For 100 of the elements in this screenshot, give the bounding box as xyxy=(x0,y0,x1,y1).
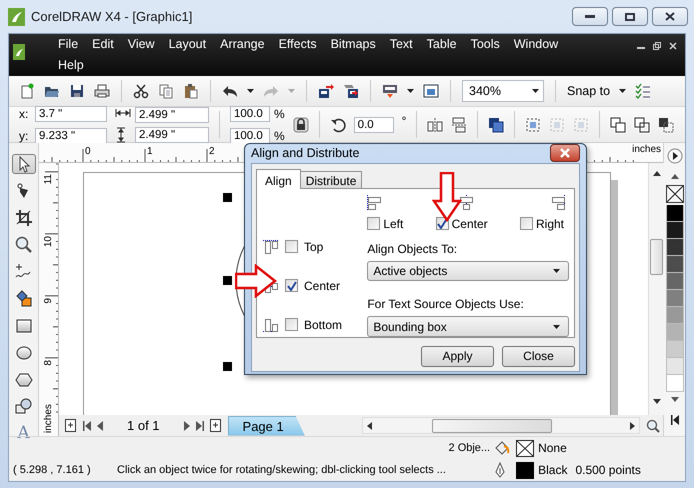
checkbox[interactable] xyxy=(285,279,298,292)
caret-icon[interactable] xyxy=(247,89,254,93)
color-swatch[interactable] xyxy=(666,341,684,358)
checkbox[interactable] xyxy=(367,217,380,230)
page-tab[interactable]: Page 1 xyxy=(228,416,305,436)
selection-handle[interactable] xyxy=(223,276,232,285)
mirror-vertical-icon[interactable] xyxy=(451,116,468,132)
caret-icon[interactable] xyxy=(553,324,560,328)
mirror-horizontal-icon[interactable] xyxy=(427,116,444,132)
options-checklist-icon[interactable] xyxy=(635,83,652,99)
trim-icon[interactable] xyxy=(634,116,650,132)
color-swatch[interactable] xyxy=(666,375,684,392)
add-page-icon[interactable] xyxy=(210,419,222,432)
snap-to-menu[interactable]: Snap to xyxy=(567,82,610,100)
copy-icon[interactable] xyxy=(158,83,174,99)
selection-handle[interactable] xyxy=(223,193,232,202)
checkbox[interactable] xyxy=(520,217,533,230)
checkbox[interactable] xyxy=(285,240,298,254)
zoom-tool[interactable] xyxy=(14,235,34,255)
cut-icon[interactable] xyxy=(133,83,149,99)
color-swatch[interactable] xyxy=(666,324,684,341)
color-swatch[interactable] xyxy=(666,358,684,375)
caret-icon[interactable] xyxy=(407,89,414,93)
pick-tool[interactable] xyxy=(12,154,36,174)
close-document-icon[interactable] xyxy=(669,42,677,50)
arrange-order-icon[interactable] xyxy=(488,116,504,132)
menu-item[interactable]: Text xyxy=(382,34,420,55)
publish-icon[interactable] xyxy=(382,83,398,99)
color-swatch[interactable] xyxy=(666,239,684,256)
caret-icon[interactable] xyxy=(553,269,560,273)
palette-scroll-up-icon[interactable] xyxy=(670,174,678,179)
weld-icon[interactable] xyxy=(610,116,626,132)
checkbox[interactable] xyxy=(285,318,298,332)
scroll-up-icon[interactable] xyxy=(653,171,661,176)
import-icon[interactable] xyxy=(318,83,334,99)
maximize-button[interactable] xyxy=(612,7,648,26)
y-position-field[interactable]: 9.233 " xyxy=(35,128,107,144)
application-window-icon[interactable] xyxy=(423,83,439,99)
group-icon[interactable] xyxy=(525,116,542,132)
smart-fill-tool[interactable] xyxy=(14,289,34,309)
dialog-button[interactable]: Close xyxy=(502,346,575,367)
intersect-icon[interactable] xyxy=(658,116,674,132)
scroll-right-icon[interactable] xyxy=(630,422,635,430)
export-icon[interactable] xyxy=(343,83,359,99)
color-swatch[interactable] xyxy=(666,256,684,273)
checkbox[interactable] xyxy=(436,217,449,230)
menu-item[interactable]: Table xyxy=(420,34,464,55)
minimize-button[interactable] xyxy=(572,7,608,26)
restore-document-icon[interactable] xyxy=(653,42,661,50)
first-page-icon[interactable] xyxy=(83,420,91,430)
color-swatch[interactable] xyxy=(666,205,684,222)
vertical-scroll-thumb[interactable] xyxy=(650,239,663,275)
menu-item[interactable]: Window xyxy=(506,34,566,55)
color-swatch[interactable] xyxy=(666,273,684,290)
last-page-icon[interactable] xyxy=(196,420,204,430)
color-swatch[interactable] xyxy=(666,222,684,239)
close-button[interactable] xyxy=(652,7,688,26)
palette-scroll-down-icon[interactable] xyxy=(670,397,678,402)
new-document-icon[interactable] xyxy=(19,83,35,99)
menu-item[interactable]: View xyxy=(120,34,162,55)
print-icon[interactable] xyxy=(94,83,110,99)
rotation-field[interactable]: 0.0 xyxy=(354,116,394,132)
menu-item[interactable]: Layout xyxy=(162,34,214,55)
menu-item[interactable]: Edit xyxy=(85,34,121,55)
scroll-left-icon[interactable] xyxy=(367,422,372,430)
width-field[interactable]: 2.499 " xyxy=(135,106,209,122)
dialog-button[interactable]: Apply xyxy=(421,346,494,367)
next-page-icon[interactable] xyxy=(184,420,190,430)
lock-icon[interactable] xyxy=(292,116,309,132)
height-field[interactable]: 2.499 " xyxy=(135,126,209,142)
scroll-down-icon[interactable] xyxy=(653,399,661,404)
menu-item[interactable]: Tools xyxy=(464,34,507,55)
zoom-dropdown[interactable]: 340% xyxy=(462,80,544,102)
selection-handle[interactable] xyxy=(223,362,232,371)
menu-item[interactable]: Bitmaps xyxy=(324,34,383,55)
menu-item[interactable]: Help xyxy=(51,55,91,76)
save-icon[interactable] xyxy=(69,83,85,99)
scale-x-field[interactable]: 100.0 xyxy=(230,106,270,122)
tab[interactable]: Distribute xyxy=(300,170,362,188)
zoom-icon[interactable] xyxy=(646,418,660,432)
menu-item[interactable]: Effects xyxy=(272,34,324,55)
caret-icon[interactable] xyxy=(619,89,626,93)
paste-icon[interactable] xyxy=(183,83,199,99)
color-swatch[interactable] xyxy=(666,307,684,324)
no-fill-swatch[interactable] xyxy=(666,185,684,203)
menu-item[interactable]: File xyxy=(51,34,86,55)
previous-page-icon[interactable] xyxy=(97,420,103,430)
horizontal-scroll-thumb[interactable] xyxy=(432,418,552,432)
align-to-dropdown[interactable]: Active objects xyxy=(367,260,570,282)
menu-item[interactable]: Arrange xyxy=(213,34,272,55)
text-source-dropdown[interactable]: Bounding box xyxy=(367,316,570,337)
add-page-icon[interactable] xyxy=(65,419,77,432)
crop-tool[interactable] xyxy=(14,208,34,228)
palette-flyout-icon[interactable] xyxy=(666,148,682,164)
color-swatch[interactable] xyxy=(666,290,684,307)
close-button[interactable] xyxy=(550,144,580,162)
tab[interactable]: Align xyxy=(256,168,301,189)
x-position-field[interactable]: 3.7 " xyxy=(35,106,107,122)
collapse-palette-icon[interactable] xyxy=(670,415,678,425)
caret-icon[interactable] xyxy=(532,89,539,93)
